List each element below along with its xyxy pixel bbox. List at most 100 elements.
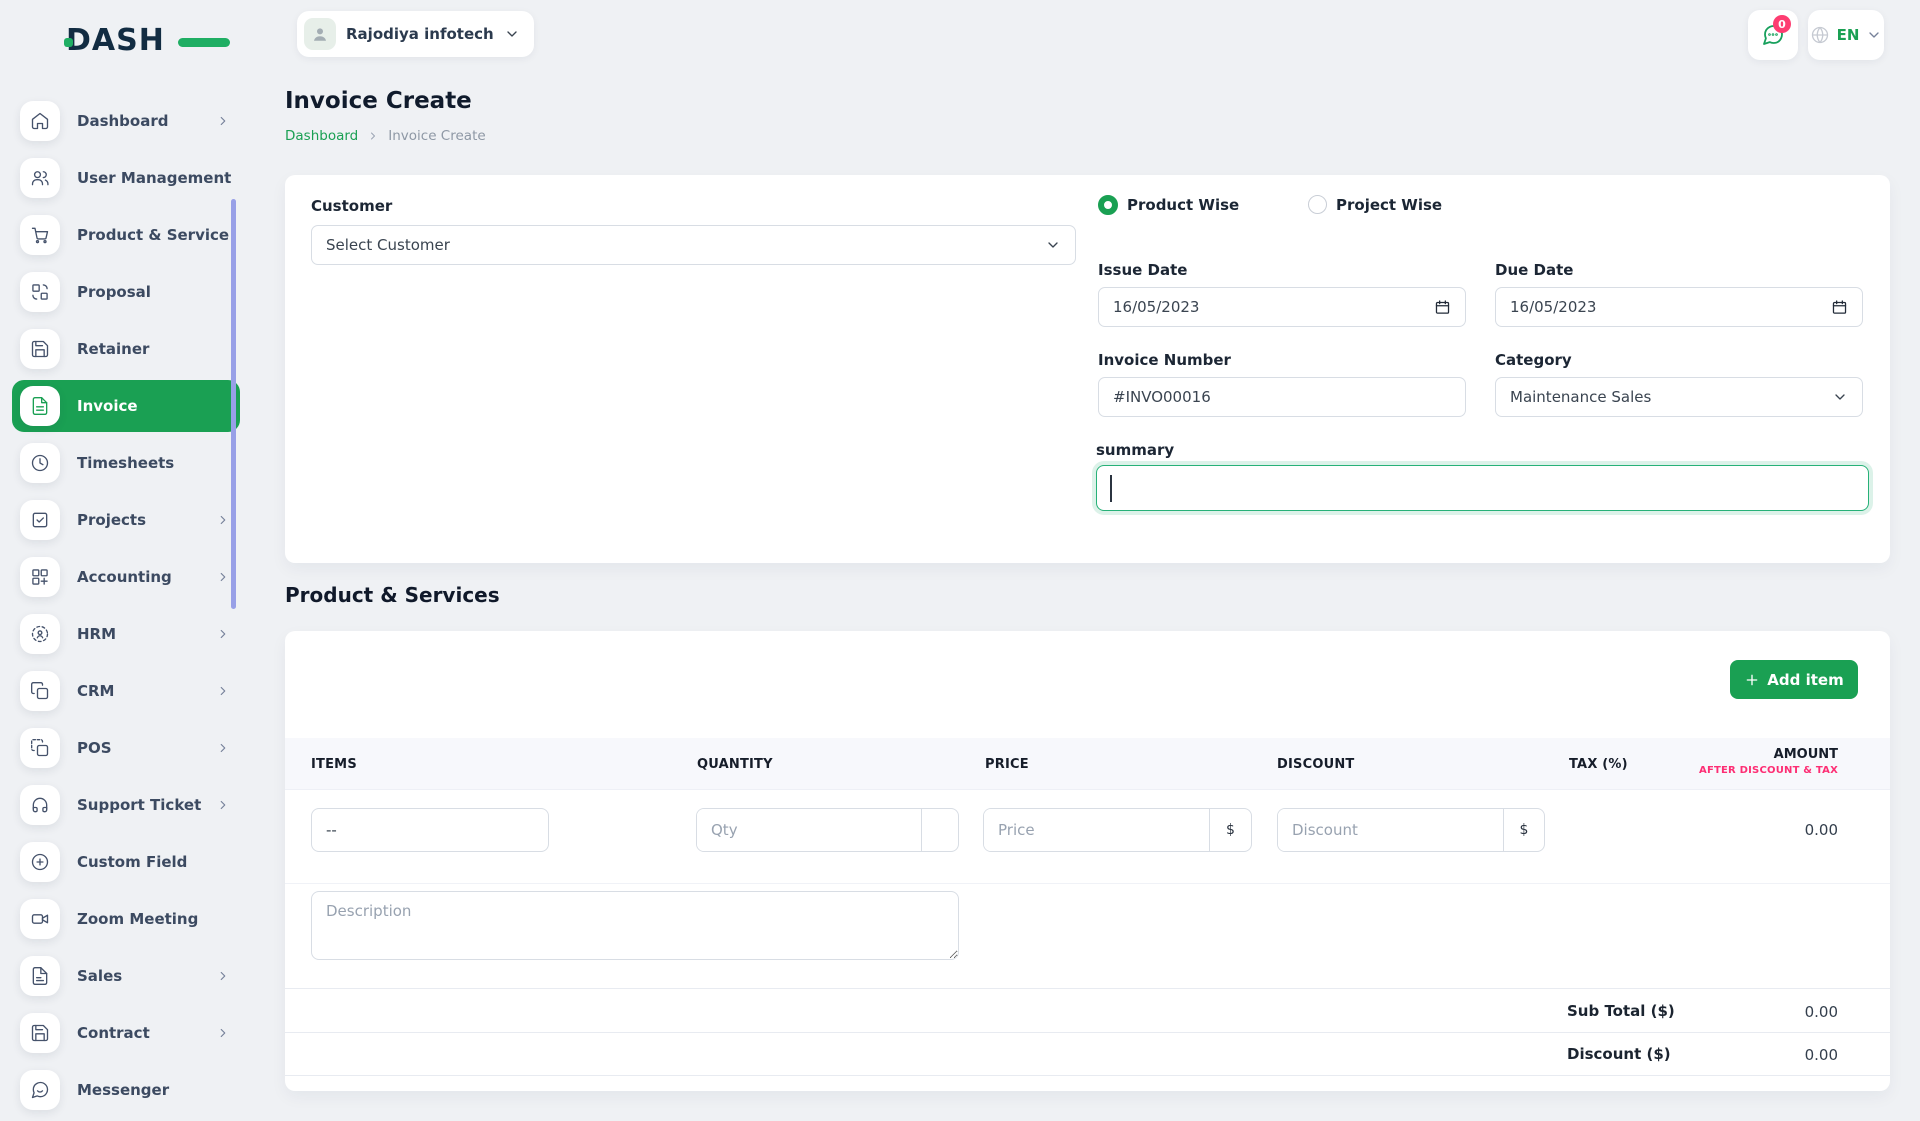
globe-icon — [1810, 25, 1830, 45]
messages-count-badge: 0 — [1773, 15, 1791, 33]
sidebar-item-product-service[interactable]: Product & Service — [12, 209, 240, 261]
grid-swap-icon — [20, 272, 60, 312]
check-square-icon — [20, 500, 60, 540]
invoice-form-card: Customer Select Customer Product Wise Pr… — [285, 175, 1890, 563]
logo-dot-accent — [64, 38, 73, 47]
headset-icon — [20, 785, 60, 825]
category-label: Category — [1495, 351, 1572, 369]
col-amount: AMOUNT AFTER DISCOUNT & TAX — [1699, 747, 1838, 776]
sidebar-item-projects[interactable]: Projects — [12, 494, 240, 546]
sidebar-item-messenger[interactable]: Messenger — [12, 1064, 240, 1116]
issue-date-label: Issue Date — [1098, 261, 1187, 279]
add-item-button[interactable]: Add item — [1730, 660, 1858, 699]
customer-label: Customer — [311, 197, 392, 215]
invoice-number-input[interactable]: #INVO00016 — [1098, 377, 1466, 417]
copy-icon — [20, 728, 60, 768]
clock-icon — [20, 443, 60, 483]
summary-textarea[interactable] — [1096, 465, 1869, 511]
radio-product-wise[interactable]: Product Wise — [1098, 195, 1239, 215]
video-icon — [20, 899, 60, 939]
brand-logo: DASH — [66, 22, 196, 60]
sidebar-item-pos[interactable]: POS — [12, 722, 240, 774]
sidebar-item-crm[interactable]: CRM — [12, 665, 240, 717]
quantity-input-group — [696, 808, 959, 852]
language-selector[interactable]: EN — [1808, 10, 1884, 60]
quantity-input[interactable] — [697, 809, 921, 851]
chevron-right-icon — [216, 570, 230, 584]
workspace-selector[interactable]: Rajodiya infotech — [297, 11, 534, 57]
subtotal-value: 0.00 — [1805, 1003, 1838, 1021]
sidebar-item-custom-field[interactable]: Custom Field — [12, 836, 240, 888]
chevron-right-icon — [367, 130, 379, 142]
sidebar-item-user-management[interactable]: User Management — [12, 152, 240, 204]
sidebar-item-zoom-meeting[interactable]: Zoom Meeting — [12, 893, 240, 945]
col-tax: TAX (%) — [1569, 757, 1628, 772]
calendar-icon — [1434, 299, 1451, 316]
quantity-addon — [921, 809, 958, 851]
price-currency-addon: $ — [1209, 809, 1251, 851]
copy-icon — [20, 671, 60, 711]
products-section-title: Product & Services — [285, 583, 500, 607]
chevron-down-icon — [504, 26, 520, 42]
item-select-input[interactable] — [311, 808, 549, 852]
users-icon — [20, 158, 60, 198]
logo-dash-accent — [178, 38, 230, 47]
sidebar-scrollbar[interactable] — [231, 199, 236, 609]
chevron-right-icon — [216, 1026, 230, 1040]
sidebar: Dashboard User Management Product & Serv… — [12, 95, 240, 1121]
issue-date-input[interactable]: 16/05/2023 — [1098, 287, 1466, 327]
chevron-right-icon — [216, 513, 230, 527]
price-input-group: $ — [983, 808, 1252, 852]
breadcrumb-dashboard-link[interactable]: Dashboard — [285, 128, 358, 144]
category-select[interactable]: Maintenance Sales — [1495, 377, 1863, 417]
sidebar-item-invoice[interactable]: Invoice — [12, 380, 240, 432]
row-amount-value: 0.00 — [1805, 821, 1838, 839]
text-caret — [1110, 475, 1112, 502]
sidebar-item-retainer[interactable]: Retainer — [12, 323, 240, 375]
sidebar-item-proposal[interactable]: Proposal — [12, 266, 240, 318]
cart-icon — [20, 215, 60, 255]
due-date-label: Due Date — [1495, 261, 1573, 279]
person-target-icon — [20, 614, 60, 654]
sidebar-item-accounting[interactable]: Accounting — [12, 551, 240, 603]
messages-button[interactable]: 0 — [1748, 10, 1798, 60]
summary-label: summary — [1096, 441, 1174, 459]
chevron-right-icon — [216, 114, 230, 128]
description-textarea[interactable] — [311, 891, 959, 960]
row-divider — [285, 883, 1890, 884]
invoice-number-label: Invoice Number — [1098, 351, 1231, 369]
totals-divider — [285, 1075, 1890, 1076]
sidebar-item-dashboard[interactable]: Dashboard — [12, 95, 240, 147]
subtotal-label: Sub Total ($) — [1567, 1002, 1675, 1020]
discount-currency-addon: $ — [1503, 809, 1544, 851]
chevron-right-icon — [216, 627, 230, 641]
plus-icon — [1744, 672, 1760, 688]
sidebar-item-support-ticket[interactable]: Support Ticket — [12, 779, 240, 831]
save-icon — [20, 1013, 60, 1053]
price-input[interactable] — [984, 809, 1209, 851]
col-discount: DISCOUNT — [1277, 757, 1355, 772]
radio-project-wise[interactable]: Project Wise — [1308, 195, 1442, 214]
chevron-right-icon — [216, 798, 230, 812]
workspace-name: Rajodiya infotech — [346, 25, 494, 43]
chevron-down-icon — [1045, 237, 1061, 253]
language-code: EN — [1837, 26, 1860, 44]
discount-total-value: 0.00 — [1805, 1046, 1838, 1064]
chevron-down-icon — [1866, 27, 1882, 43]
breadcrumb-current: Invoice Create — [388, 128, 485, 144]
breadcrumb: Dashboard Invoice Create — [285, 128, 486, 144]
sidebar-item-contract[interactable]: Contract — [12, 1007, 240, 1059]
save-icon — [20, 329, 60, 369]
sidebar-item-hrm[interactable]: HRM — [12, 608, 240, 660]
col-items: ITEMS — [311, 757, 357, 772]
sidebar-item-timesheets[interactable]: Timesheets — [12, 437, 240, 489]
invoice-file-icon — [20, 386, 60, 426]
due-date-input[interactable]: 16/05/2023 — [1495, 287, 1863, 327]
plus-circle-icon — [20, 842, 60, 882]
discount-input[interactable] — [1278, 809, 1503, 851]
amount-note: AFTER DISCOUNT & TAX — [1699, 765, 1838, 776]
page-title: Invoice Create — [285, 88, 472, 114]
radio-unselected-icon — [1308, 195, 1327, 214]
customer-select[interactable]: Select Customer — [311, 225, 1076, 265]
sidebar-item-sales[interactable]: Sales — [12, 950, 240, 1002]
